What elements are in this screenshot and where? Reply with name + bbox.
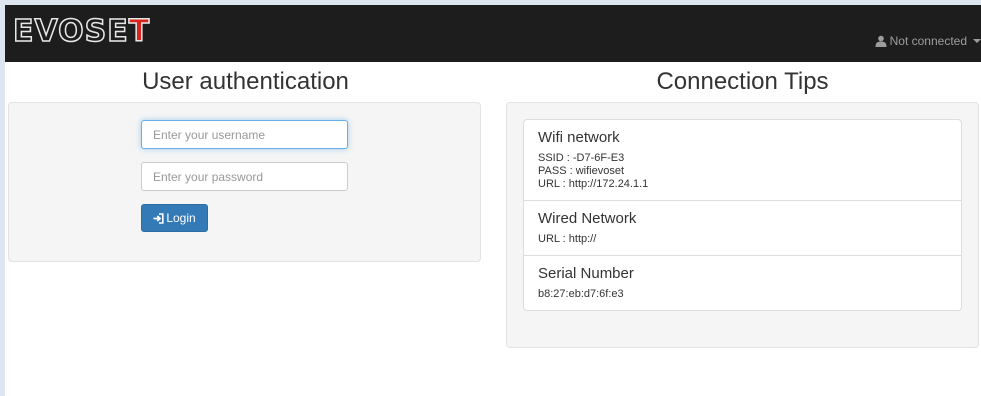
login-panel: Login xyxy=(8,102,481,262)
page: EVOSET Not connected User authentication… xyxy=(5,5,981,396)
wired-url: URL : http:// xyxy=(538,233,597,245)
connection-status-dropdown[interactable]: Not connected xyxy=(875,33,981,49)
tip-wifi: Wifi network SSID : -D7-6F-E3 PASS : wif… xyxy=(524,120,961,200)
login-button[interactable]: Login xyxy=(141,204,208,232)
auth-title: User authentication xyxy=(142,68,349,95)
login-label: Login xyxy=(166,211,196,225)
username-input[interactable] xyxy=(141,120,348,149)
tip-wired: Wired Network URL : http:// xyxy=(524,200,961,255)
wifi-ssid: SSID : -D7-6F-E3 xyxy=(538,152,625,164)
logo-accent: T xyxy=(128,14,151,49)
connection-status-text: Not connected xyxy=(889,34,967,48)
password-input[interactable] xyxy=(141,162,348,191)
serial-value: b8:27:eb:d7:6f:e3 xyxy=(538,288,624,300)
tips-list: Wifi network SSID : -D7-6F-E3 PASS : wif… xyxy=(523,119,962,311)
tip-title: Wifi network xyxy=(538,129,620,146)
caret-down-icon xyxy=(973,39,981,43)
wifi-pass: PASS : wifievoset xyxy=(538,165,624,177)
user-icon xyxy=(875,35,887,47)
wifi-url: URL : http://172.24.1.1 xyxy=(538,178,649,190)
logo-main: EVOSE xyxy=(12,14,129,49)
tips-title: Connection Tips xyxy=(656,68,829,95)
tip-serial: Serial Number b8:27:eb:d7:6f:e3 xyxy=(524,255,961,310)
brand-logo[interactable]: EVOSET xyxy=(12,14,151,49)
tips-panel: Wifi network SSID : -D7-6F-E3 PASS : wif… xyxy=(506,102,979,348)
tip-title: Wired Network xyxy=(538,210,637,227)
tip-title: Serial Number xyxy=(538,265,634,282)
login-icon xyxy=(153,212,164,224)
navbar: EVOSET Not connected xyxy=(5,5,981,62)
